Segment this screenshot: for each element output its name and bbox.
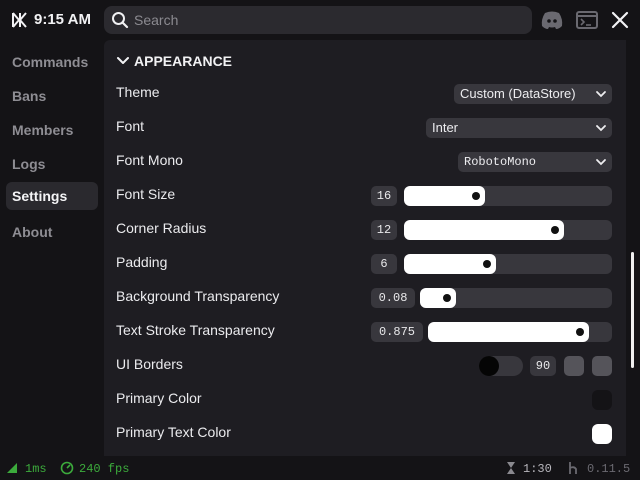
section-title: APPEARANCE <box>134 53 233 69</box>
setting-label: Background Transparency <box>116 288 280 304</box>
top-bar: 9:15 AM <box>0 0 640 40</box>
setting-label: Font <box>116 118 145 134</box>
font-size-value[interactable]: 16 <box>371 186 397 206</box>
status-bar: 1ms 240 fps 1:30 0.11.5 <box>0 456 640 480</box>
discord-icon[interactable] <box>540 9 564 31</box>
search-bar[interactable] <box>104 6 532 34</box>
setting-label: UI Borders <box>116 356 183 372</box>
setting-label: Primary Color <box>116 390 202 406</box>
toggle-knob <box>479 356 499 376</box>
hourglass-icon <box>507 462 515 474</box>
setting-row-background-transparency: Background Transparency 0.08 <box>104 280 626 314</box>
setting-row-font-size: Font Size 16 <box>104 178 626 212</box>
theme-select[interactable]: Custom (DataStore) <box>454 84 612 104</box>
setting-row-text-stroke-transparency: Text Stroke Transparency 0.875 <box>104 314 626 348</box>
setting-row-padding: Padding 6 <box>104 246 626 280</box>
chevron-down-icon <box>117 57 129 64</box>
version-value: 0.11.5 <box>587 462 631 476</box>
clock-time: 9:15 AM <box>34 11 91 28</box>
terminal-icon[interactable] <box>575 9 599 31</box>
setting-label: Corner Radius <box>116 220 207 236</box>
padding-slider[interactable] <box>404 254 612 274</box>
timer-value: 1:30 <box>523 462 552 476</box>
setting-label: Theme <box>116 84 160 100</box>
close-icon[interactable] <box>608 9 632 31</box>
ui-borders-value[interactable]: 90 <box>530 356 556 376</box>
background-transparency-value[interactable]: 0.08 <box>371 288 415 308</box>
setting-row-corner-radius: Corner Radius 12 <box>104 212 626 246</box>
slider-knob[interactable] <box>483 260 491 268</box>
font-select[interactable]: Inter <box>426 118 612 138</box>
font-size-slider[interactable] <box>404 186 612 206</box>
setting-row-font-mono: Font Mono RobotoMono <box>104 144 626 178</box>
sidebar-item-members[interactable]: Members <box>6 116 98 144</box>
ping-value: 1ms <box>25 462 47 476</box>
setting-label: Font Mono <box>116 152 183 168</box>
slider-fill <box>404 220 564 240</box>
sidebar-item-commands[interactable]: Commands <box>6 48 98 76</box>
version-icon <box>569 462 577 474</box>
ui-borders-toggle[interactable] <box>479 356 523 376</box>
search-icon <box>112 12 129 29</box>
sidebar-item-bans[interactable]: Bans <box>6 82 98 110</box>
primary-text-color-swatch[interactable] <box>592 424 612 444</box>
setting-label: Primary Text Color <box>116 424 231 440</box>
font-mono-select[interactable]: RobotoMono <box>458 152 612 172</box>
chevron-down-icon <box>596 91 606 98</box>
corner-radius-slider[interactable] <box>404 220 612 240</box>
gauge-icon <box>60 461 74 475</box>
setting-row-font: Font Inter <box>104 110 626 144</box>
settings-panel: APPEARANCE Theme Custom (DataStore) Font… <box>104 40 626 456</box>
font-value: Inter <box>432 120 459 135</box>
ui-borders-secondary-swatch[interactable] <box>592 356 612 376</box>
corner-radius-value[interactable]: 12 <box>371 220 397 240</box>
setting-label: Padding <box>116 254 168 270</box>
slider-knob[interactable] <box>551 226 559 234</box>
setting-label: Text Stroke Transparency <box>116 322 275 338</box>
primary-color-swatch[interactable] <box>592 390 612 410</box>
setting-label: Font Size <box>116 186 176 202</box>
logo-icon <box>12 12 27 28</box>
slider-knob[interactable] <box>472 192 480 200</box>
sidebar-item-settings[interactable]: Settings <box>6 182 98 210</box>
sidebar-item-about[interactable]: About <box>6 218 98 246</box>
search-input[interactable] <box>134 9 514 31</box>
setting-row-primary-text-color: Primary Text Color <box>104 416 626 450</box>
sidebar-item-logs[interactable]: Logs <box>6 150 98 178</box>
chevron-down-icon <box>596 125 606 132</box>
section-header-appearance[interactable]: APPEARANCE <box>116 52 232 70</box>
text-stroke-transparency-slider[interactable] <box>428 322 612 342</box>
scrollbar-thumb[interactable] <box>631 252 634 368</box>
setting-row-ui-borders: UI Borders 90 <box>104 348 626 382</box>
slider-fill <box>428 322 589 342</box>
background-transparency-slider[interactable] <box>420 288 612 308</box>
setting-row-theme: Theme Custom (DataStore) <box>104 76 626 110</box>
slider-knob[interactable] <box>576 328 584 336</box>
text-stroke-transparency-value[interactable]: 0.875 <box>371 322 423 342</box>
theme-value: Custom (DataStore) <box>460 86 576 101</box>
fps-value: 240 fps <box>79 462 130 476</box>
slider-knob[interactable] <box>443 294 451 302</box>
padding-value[interactable]: 6 <box>371 254 397 274</box>
ui-borders-color-swatch[interactable] <box>564 356 584 376</box>
signal-icon <box>7 463 17 473</box>
setting-row-primary-color: Primary Color <box>104 382 626 416</box>
font-mono-value: RobotoMono <box>464 155 537 169</box>
chevron-down-icon <box>596 159 606 166</box>
